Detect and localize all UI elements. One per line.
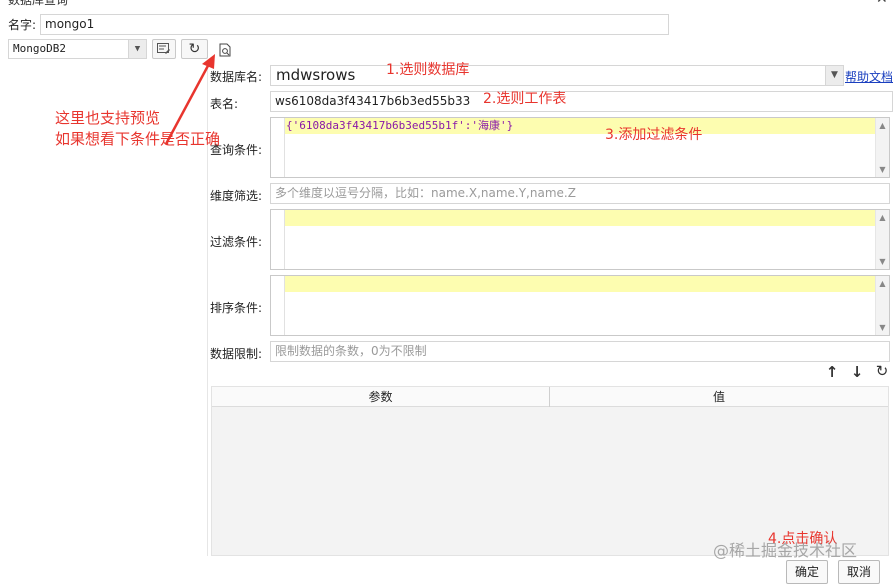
scroll-down-icon[interactable]: ▼ — [876, 255, 889, 268]
filter-editor-gutter — [271, 210, 285, 269]
scroll-up-icon[interactable]: ▲ — [876, 211, 889, 224]
chevron-down-icon: ▼ — [825, 66, 843, 85]
watermark: @稀土掘金技术社区 — [713, 541, 858, 560]
database-select-value: MongoDB2 — [13, 42, 66, 55]
arrow-up-icon: ↑ — [825, 363, 839, 381]
sort-editor[interactable]: ▲ ▼ — [270, 275, 890, 336]
query-editor-scrollbar[interactable]: ▲ ▼ — [875, 118, 889, 177]
arrow-down-icon: ↓ — [850, 363, 864, 381]
limit-label: 数据限制: — [210, 347, 263, 361]
sort-editor-gutter — [271, 276, 285, 335]
filter-editor-current-line — [285, 210, 876, 226]
cancel-button[interactable]: 取消 — [838, 560, 880, 584]
preview-icon — [219, 43, 230, 57]
scroll-up-icon[interactable]: ▲ — [876, 277, 889, 290]
help-link[interactable]: 帮助文档 — [845, 68, 893, 85]
sort-editor-current-line — [285, 276, 876, 292]
annotation-step1: 1.选则数据库 — [386, 62, 470, 78]
window-title: 数据库查询 — [8, 0, 69, 7]
refresh-icon: ↻ — [875, 362, 889, 380]
table-name-input[interactable]: ws6108da3f43417b6b3ed55b33 — [270, 91, 893, 112]
close-icon[interactable]: ✕ — [876, 0, 888, 7]
name-label: 名字: — [8, 18, 37, 32]
annotation-step2: 2.选则工作表 — [483, 91, 567, 107]
dimension-input[interactable]: 多个维度以逗号分隔，比如：name.X,name.Y,name.Z — [270, 183, 890, 204]
ok-button[interactable]: 确定 — [786, 560, 828, 584]
name-input[interactable]: mongo1 — [40, 14, 669, 35]
refresh-params-button[interactable]: ↻ — [873, 362, 891, 380]
limit-input[interactable]: 限制数据的条数，0为不限制 — [270, 341, 890, 362]
scroll-up-icon[interactable]: ▲ — [876, 119, 889, 132]
annotation-step3: 3.添加过滤条件 — [605, 127, 703, 143]
limit-placeholder: 限制数据的条数，0为不限制 — [275, 344, 427, 358]
dimension-placeholder: 多个维度以逗号分隔，比如：name.X,name.Y,name.Z — [275, 186, 576, 200]
sort-label: 排序条件: — [210, 301, 263, 315]
database-select[interactable]: MongoDB2 ▼ — [8, 39, 147, 59]
annotation-preview-line1: 这里也支持预览 — [55, 109, 161, 127]
column-header-param[interactable]: 参数 — [212, 387, 550, 407]
filter-editor[interactable]: ▲ ▼ — [270, 209, 890, 270]
query-editor[interactable]: {'6108da3f43417b6b3ed55b1f':'海康'} ▲ ▼ — [270, 117, 890, 178]
chevron-down-icon: ▼ — [128, 40, 146, 58]
database-name-select[interactable]: mdwsrows ▼ — [270, 65, 844, 86]
move-up-button[interactable]: ↑ — [824, 363, 840, 381]
scroll-down-icon[interactable]: ▼ — [876, 321, 889, 334]
database-name-value: mdwsrows — [276, 66, 356, 84]
filter-label: 过滤条件: — [210, 235, 263, 249]
query-editor-gutter — [271, 118, 285, 177]
params-table-header: 参数 值 — [212, 387, 888, 407]
scroll-down-icon[interactable]: ▼ — [876, 163, 889, 176]
annotation-arrow — [164, 54, 215, 145]
table-name-value: ws6108da3f43417b6b3ed55b33 — [275, 94, 471, 108]
name-input-value: mongo1 — [45, 17, 95, 31]
sort-editor-scrollbar[interactable]: ▲ ▼ — [875, 276, 889, 335]
query-code: {'6108da3f43417b6b3ed55b1f':'海康'} — [286, 119, 514, 132]
filter-editor-scrollbar[interactable]: ▲ ▼ — [875, 210, 889, 269]
column-header-value[interactable]: 值 — [550, 387, 888, 407]
dimension-label: 维度筛选: — [210, 189, 263, 203]
move-down-button[interactable]: ↓ — [849, 363, 865, 381]
